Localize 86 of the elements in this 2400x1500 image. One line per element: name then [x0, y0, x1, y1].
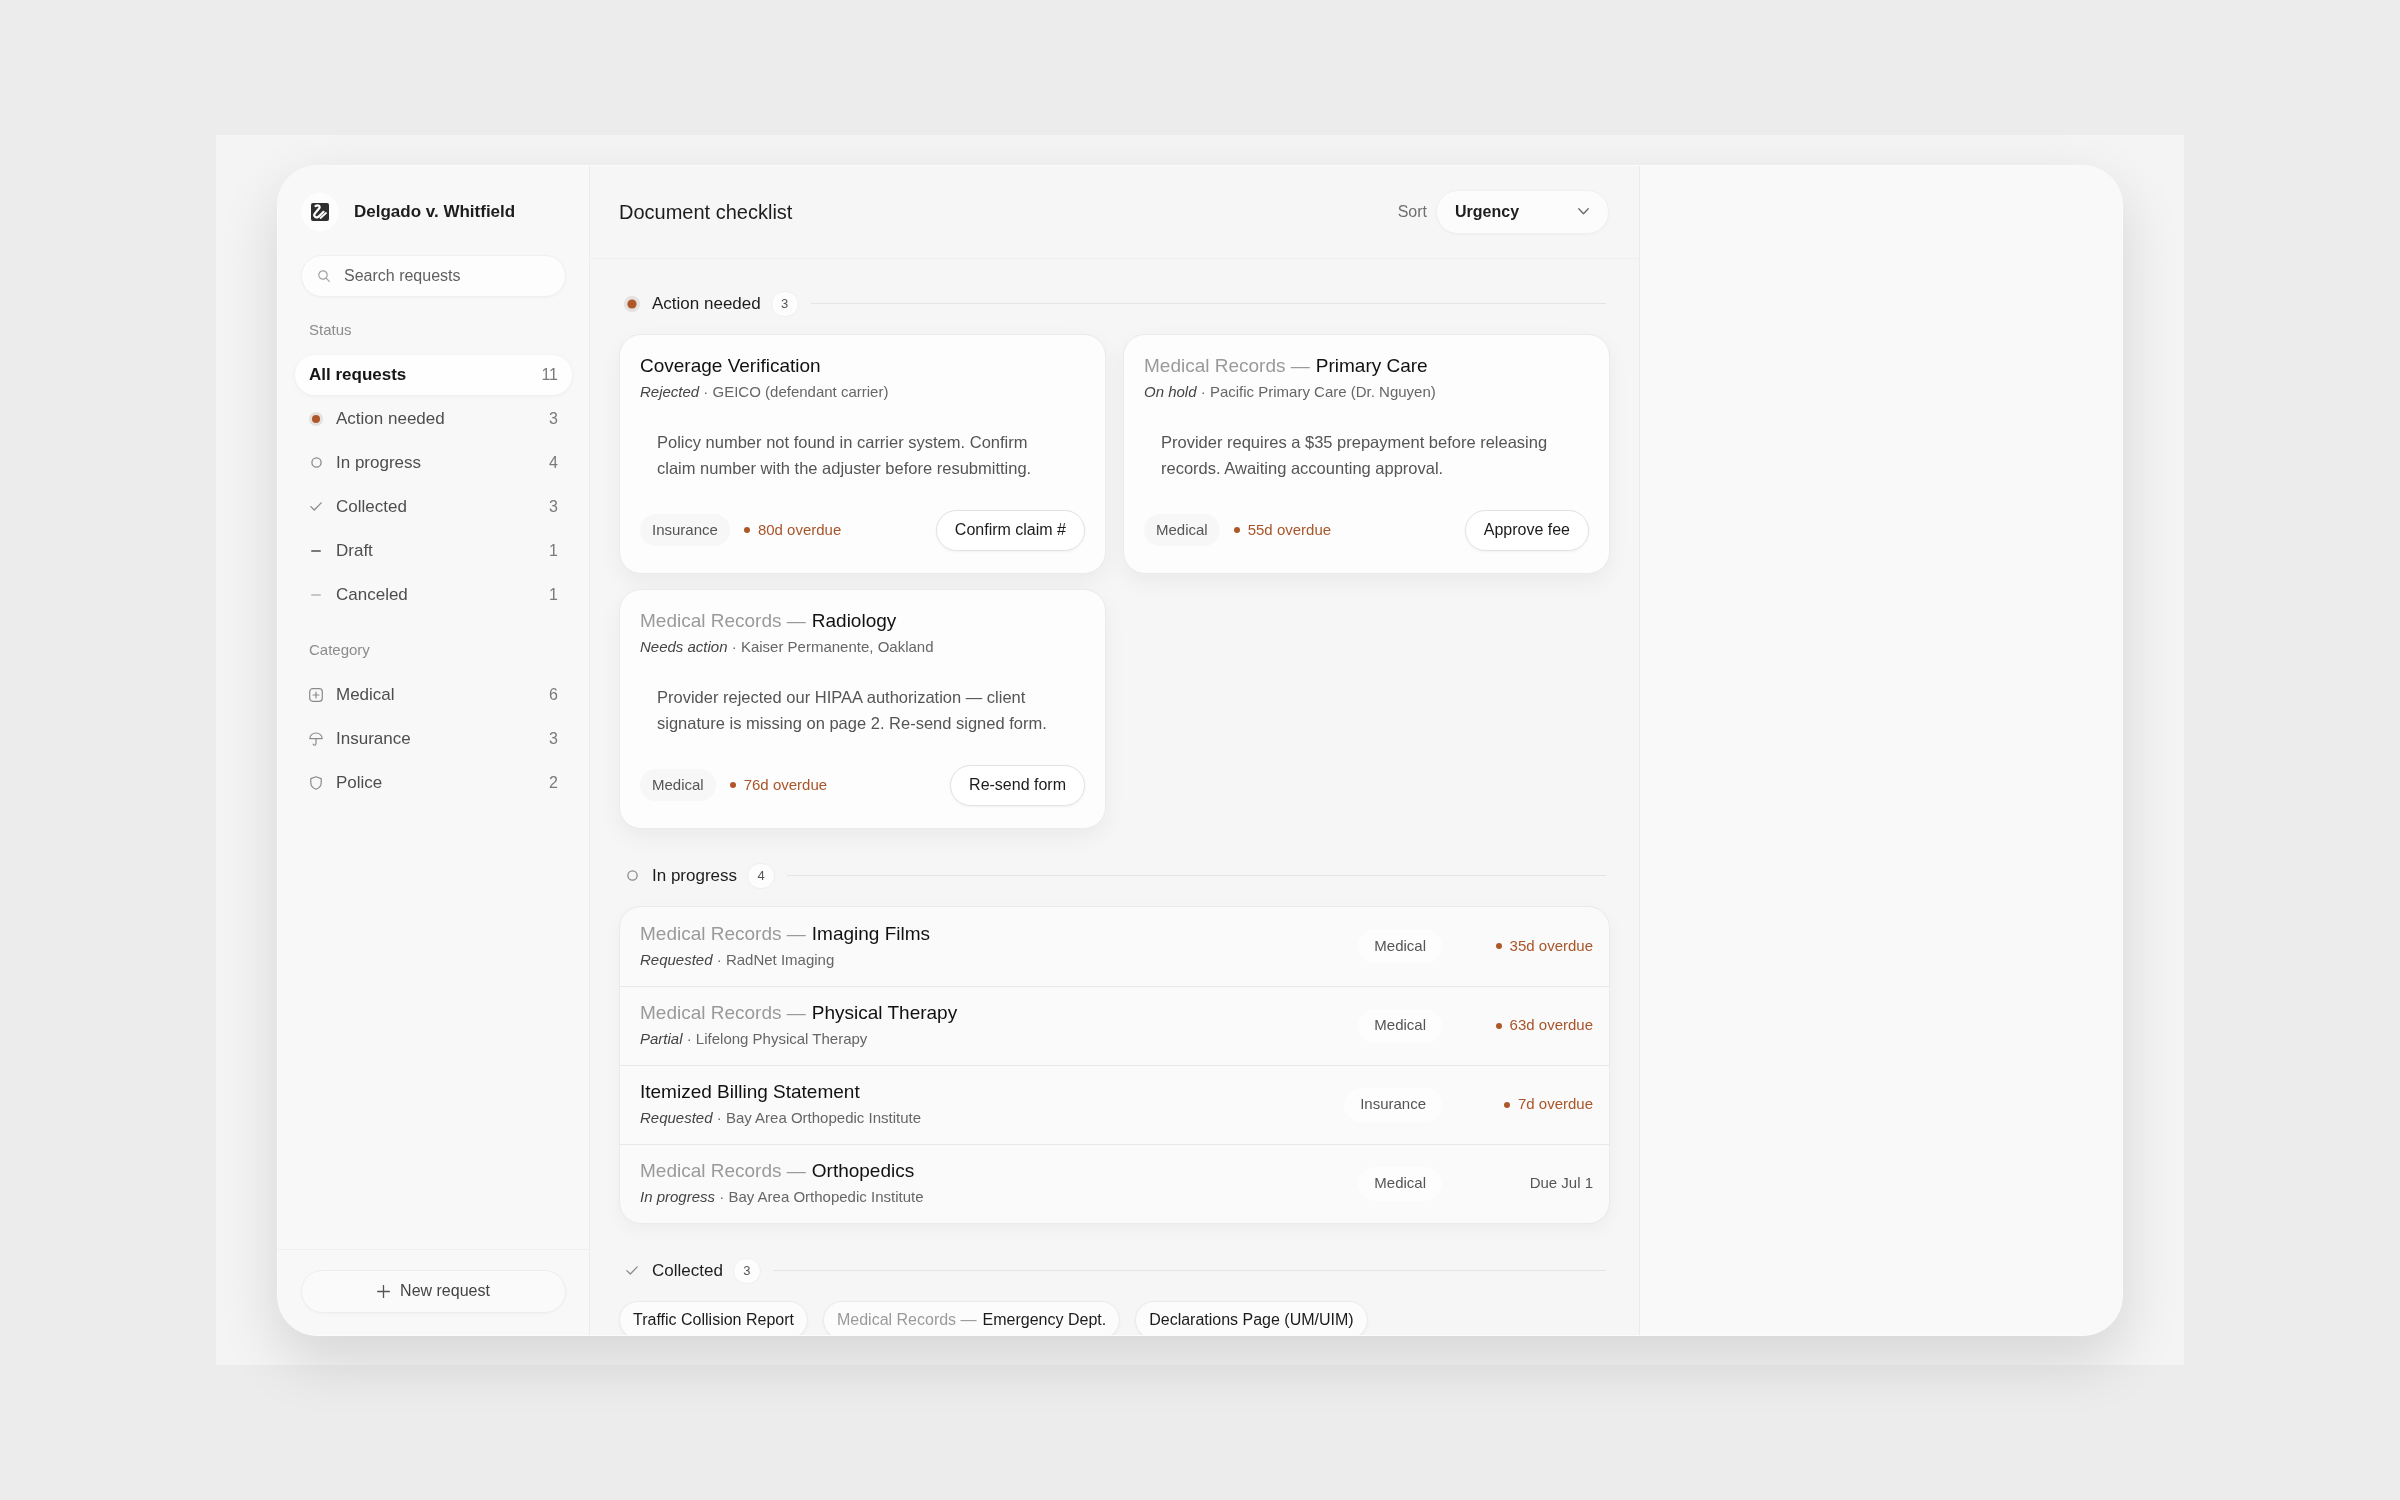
group-heading: Status — [309, 320, 352, 341]
umbrella-icon — [309, 731, 323, 746]
request-title: Radiology — [811, 608, 897, 633]
nav-item[interactable]: Insurance 3 — [295, 718, 572, 759]
nav-item[interactable]: Collected 3 — [295, 486, 572, 527]
request-meta: In progress · Bay Area Orthopedic Institute — [640, 1187, 924, 1207]
request-meta: Rejected · GEICO (defendant carrier) — [640, 381, 889, 402]
search-icon — [318, 269, 330, 282]
check-icon — [626, 1266, 638, 1275]
collected-chip[interactable]: Declarations Page (UM/UIM) — [1135, 1300, 1368, 1335]
title-prefix: Medical Records — — [640, 921, 806, 946]
nav-item[interactable]: Police 2 — [295, 762, 572, 803]
nav-item[interactable]: All requests 11 — [295, 354, 572, 395]
category-tag: Medical — [1358, 929, 1442, 963]
check-icon — [310, 502, 322, 511]
due-date: 35d overdue — [1509, 935, 1593, 956]
request-note: Provider requires a $35 prepayment before releasing records. Awaiting accounting approval. — [1161, 431, 1549, 479]
count-badge: 3 — [770, 290, 799, 317]
request-title: Primary Care — [1315, 353, 1428, 378]
due-date: 55d overdue — [1247, 519, 1332, 540]
plus-icon — [377, 1284, 391, 1298]
page-title: Document checklist — [619, 199, 793, 225]
section-title: Action needed — [652, 292, 761, 315]
group-heading: Category — [309, 640, 370, 661]
request-meta: Requested · Bay Area Orthopedic Institute — [640, 1108, 921, 1128]
section-title: Collected — [652, 1259, 723, 1282]
status-dot-icon — [309, 410, 323, 427]
request-title: Coverage Verification — [640, 353, 821, 378]
request-meta: Partial · Lifelong Physical Therapy — [640, 1029, 868, 1049]
dot-icon — [1495, 1022, 1502, 1029]
search-field[interactable]: Search requests — [301, 254, 566, 297]
due-date: 80d overdue — [757, 519, 842, 540]
request-meta: Needs action · Kaiser Permanente, Oakland — [640, 636, 934, 657]
category-tag: Medical — [1358, 1008, 1442, 1043]
category-tag: Medical — [1358, 1166, 1442, 1201]
nav-item[interactable]: Medical 6 — [295, 674, 572, 715]
request-note: Policy number not found in carrier system. Confirm claim number with the adjuster before resubmitting. — [657, 431, 1033, 479]
new-request-button[interactable]: New request — [301, 1269, 566, 1313]
title-prefix: Medical Records — — [640, 608, 806, 633]
category-tag: Insurance — [1344, 1087, 1442, 1122]
action-button[interactable]: Re-send form — [950, 764, 1085, 806]
count-badge: 4 — [747, 862, 776, 889]
request-title: Physical Therapy — [811, 1001, 958, 1025]
nav-item[interactable]: Draft 1 — [295, 530, 572, 571]
logo-icon — [301, 192, 339, 231]
title-prefix: Medical Records — — [640, 1001, 806, 1025]
dot-icon — [1503, 1101, 1510, 1108]
ring-icon — [310, 457, 322, 468]
due-date: 63d overdue — [1509, 1015, 1593, 1036]
dot-icon — [1495, 943, 1502, 949]
request-meta: On hold · Pacific Primary Care (Dr. Nguyen) — [1144, 381, 1436, 402]
title-prefix: Medical Records — — [1144, 353, 1310, 378]
sort-dropdown[interactable]: Urgency — [1436, 189, 1609, 234]
request-title: Imaging Films — [811, 921, 931, 946]
section-title: In progress — [652, 864, 738, 887]
dot-icon — [729, 782, 736, 788]
category-tag: Medical — [640, 769, 716, 801]
count-badge: 3 — [732, 1257, 761, 1284]
request-title: Itemized Billing Statement — [640, 1080, 860, 1104]
action-button[interactable]: Confirm claim # — [935, 509, 1085, 551]
due-date: Due Jul 1 — [1529, 1173, 1593, 1194]
case-title: Delgado v. Whitfield — [354, 200, 516, 223]
status-dot-icon — [624, 295, 640, 312]
nav-item[interactable]: In progress 4 — [295, 442, 572, 483]
request-note: Provider rejected our HIPAA authorization — client signature is missing on page 2. Re-send signed form. — [657, 686, 1048, 734]
category-tag: Medical — [1144, 514, 1220, 546]
ring-icon — [626, 870, 638, 881]
shield-icon — [310, 775, 322, 790]
request-meta: Requested · RadNet Imaging — [640, 949, 835, 970]
dot-icon — [743, 527, 750, 533]
dash-icon — [311, 593, 321, 596]
due-date: 76d overdue — [743, 774, 828, 795]
chevron-down-icon — [1578, 208, 1589, 215]
action-button[interactable]: Approve fee — [1464, 509, 1589, 551]
plus-square-icon — [309, 687, 323, 702]
nav-item[interactable]: Canceled 1 — [295, 574, 572, 615]
dash-icon — [311, 549, 321, 552]
collected-chip[interactable]: Traffic Collision Report — [619, 1300, 808, 1335]
category-tag: Insurance — [640, 514, 730, 546]
nav-item[interactable]: Action needed 3 — [295, 398, 572, 439]
due-date: 7d overdue — [1517, 1094, 1593, 1115]
collected-chip[interactable]: Medical Records — Emergency Dept. — [822, 1300, 1121, 1335]
title-prefix: Medical Records — — [640, 1159, 806, 1183]
dot-icon — [1233, 527, 1240, 533]
sort-label: Sort — [1397, 201, 1427, 222]
request-title: Orthopedics — [811, 1159, 915, 1183]
